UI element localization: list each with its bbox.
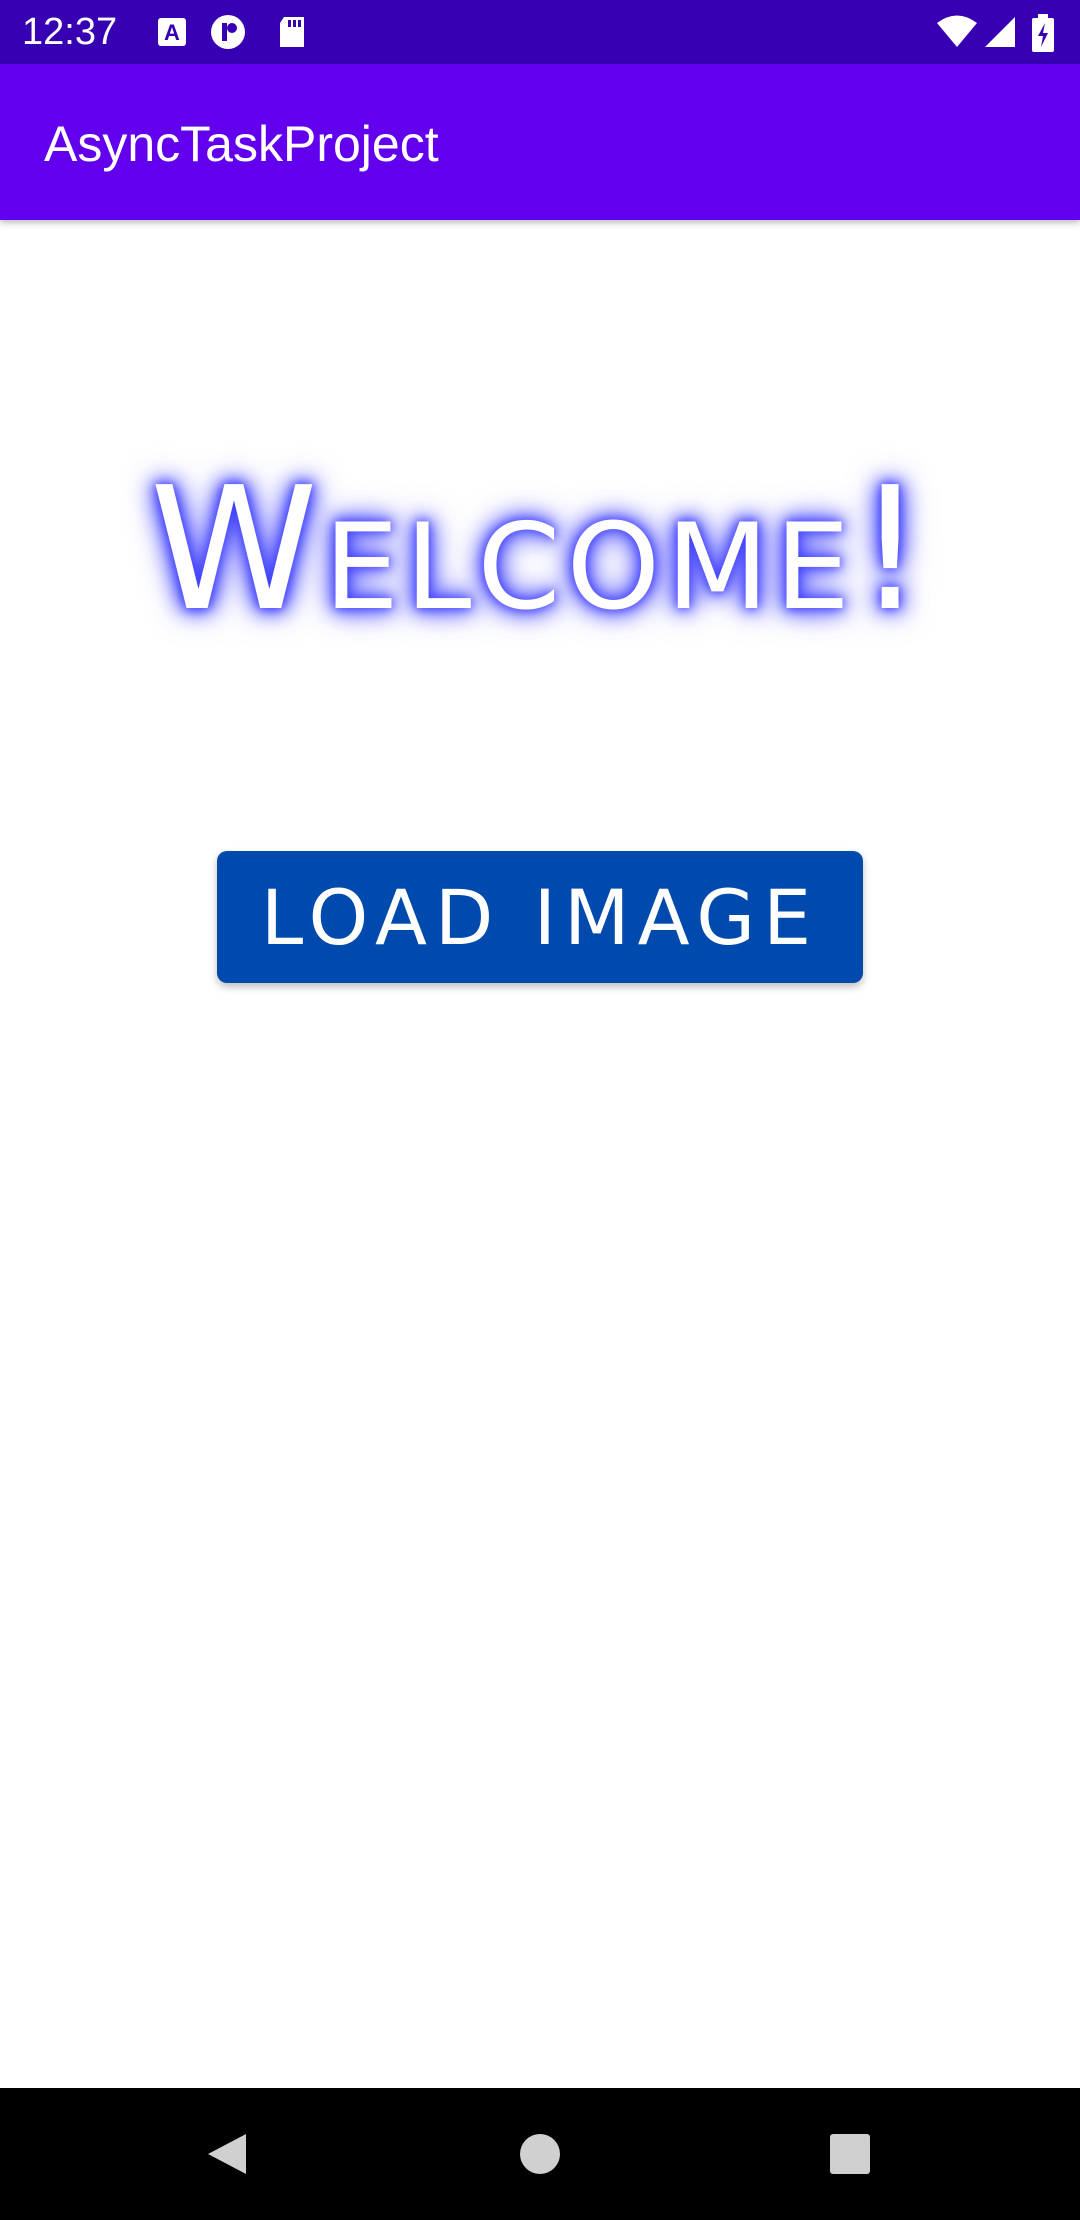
signal-icon <box>982 14 1018 50</box>
back-icon[interactable] <box>190 2118 262 2190</box>
svg-text:A: A <box>164 20 180 45</box>
navigation-bar <box>0 2088 1080 2220</box>
app-a-icon: A <box>154 14 190 50</box>
battery-charging-icon <box>1030 14 1056 52</box>
sd-card-icon <box>274 14 310 50</box>
status-time: 12:37 <box>22 11 118 53</box>
status-bar: 12:37 A <box>0 0 1080 64</box>
app-bar: AsyncTaskProject <box>0 64 1080 220</box>
screen: 12:37 A AsyncTaskProject Welcome! LOAD I… <box>0 0 1080 2220</box>
recents-icon[interactable] <box>814 2118 886 2190</box>
app-circle-icon <box>210 14 246 50</box>
wifi-icon <box>936 14 978 50</box>
home-icon[interactable] <box>504 2118 576 2190</box>
welcome-text: Welcome! <box>149 451 931 649</box>
app-title: AsyncTaskProject <box>44 116 439 172</box>
load-image-button[interactable]: LOAD IMAGE <box>217 851 863 983</box>
